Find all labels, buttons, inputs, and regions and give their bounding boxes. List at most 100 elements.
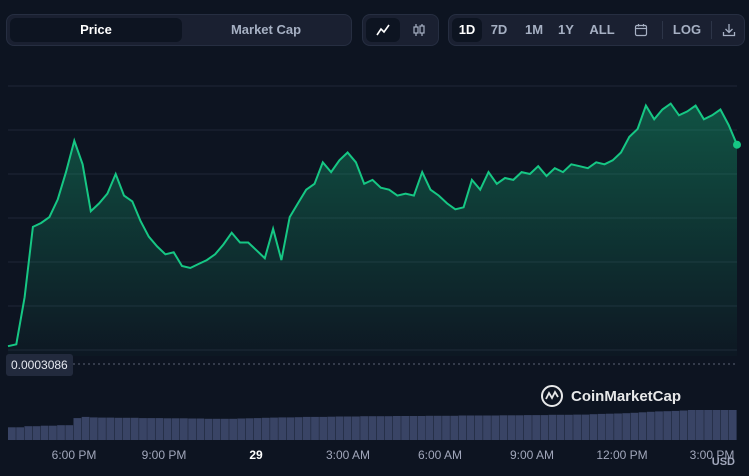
volume-bar [130, 417, 139, 440]
volume-bar [507, 415, 516, 440]
volume-bar [565, 414, 573, 440]
volume-bar [384, 416, 393, 440]
volume-bar [515, 415, 524, 440]
volume-bar [614, 413, 622, 440]
calendar-icon [634, 24, 648, 37]
chart-type-toggle [362, 14, 439, 46]
range-1d[interactable]: 1D [452, 18, 482, 42]
volume-bar [106, 417, 115, 440]
coinmarketcap-logo-icon [541, 385, 563, 407]
x-tick-label: 29 [249, 448, 263, 462]
x-tick-label: 9:00 PM [142, 448, 187, 462]
volume-bar [483, 415, 491, 440]
volume-bar [556, 414, 565, 440]
volume-bar [57, 425, 65, 440]
volume-bar [540, 415, 549, 440]
volume-bar [630, 412, 639, 440]
range-7d[interactable]: 7D [484, 18, 514, 42]
volume-bar [65, 425, 74, 440]
x-tick-label: 6:00 PM [52, 448, 97, 462]
tab-price[interactable]: Price [10, 18, 182, 42]
volume-bar [532, 415, 540, 440]
volume-bar [360, 416, 368, 440]
volume-bar [581, 414, 590, 440]
volume-bar [646, 411, 655, 440]
range-all[interactable]: ALL [583, 18, 621, 42]
range-1y[interactable]: 1Y [552, 18, 580, 42]
volume-bar [237, 418, 246, 440]
price-chart-svg: 6:00 PM 9:00 PM 29 3:00 AM 6:00 AM 9:00 AM 12:… [7, 85, 741, 462]
volume-bar [147, 418, 155, 440]
volume-bar [352, 416, 360, 440]
volume-bar [261, 417, 270, 440]
volume-bar [597, 413, 606, 440]
volume-bar [245, 418, 254, 440]
volume-bar [319, 416, 328, 440]
volume-bar [409, 416, 418, 440]
volume-bar [81, 416, 90, 440]
candlestick-icon [413, 24, 425, 36]
volume-bar [270, 417, 278, 440]
volume-bar [622, 413, 631, 440]
volume-bar [589, 414, 598, 440]
volume-bar [188, 418, 196, 440]
volume-bar [474, 415, 483, 440]
last-price-dot[interactable] [733, 140, 741, 149]
volume-bar [450, 415, 459, 440]
volume-bar [368, 416, 377, 440]
volume-bar [163, 418, 172, 440]
range-1m[interactable]: 1M [518, 18, 550, 42]
currency-label: USD [711, 456, 735, 468]
volume-bar [40, 425, 49, 440]
metric-toggle: Price Market Cap [6, 14, 352, 46]
volume-bar [425, 415, 434, 440]
volume-bar [8, 427, 16, 440]
volume-bar [278, 417, 287, 440]
volume-bar [466, 415, 475, 440]
volume-bar [294, 417, 303, 440]
x-tick-label: 3:00 AM [326, 448, 370, 462]
volume-bar [728, 410, 737, 440]
volume-bar [720, 410, 729, 440]
volume-bar [16, 427, 24, 440]
volume-bar [638, 412, 647, 440]
volume-bar [524, 415, 532, 440]
volume-bar [605, 413, 614, 440]
download-button[interactable] [715, 18, 743, 42]
price-chart[interactable]: 6:00 PM 9:00 PM 29 3:00 AM 6:00 AM 9:00 AM 12:… [0, 66, 749, 476]
volume-bar [548, 414, 557, 440]
volume-bar [499, 415, 508, 440]
volume-bar [376, 416, 385, 440]
volume-bar [712, 410, 721, 440]
volume-bar [696, 410, 704, 440]
volume-bar [327, 416, 336, 440]
volume-bar [663, 411, 672, 440]
x-tick-label: 9:00 AM [510, 448, 554, 462]
chart-toolbar: Price Market Cap 1D 7D 1M 1Y ALL LOG [0, 14, 749, 46]
volume-bar [433, 415, 442, 440]
line-chart-button[interactable] [366, 18, 400, 42]
volume-bar [98, 417, 106, 440]
volume-bar [229, 418, 237, 440]
calendar-button[interactable] [625, 18, 657, 42]
volume-bar [49, 425, 57, 440]
volume-bar [114, 417, 123, 440]
tab-market-cap[interactable]: Market Cap [183, 18, 349, 42]
volume-bar [89, 417, 98, 440]
volume-bar [302, 416, 311, 440]
volume-bar [671, 410, 680, 440]
volume-bar [139, 418, 147, 440]
volume-bar [196, 418, 205, 440]
volume-bar [417, 416, 426, 440]
log-scale-button[interactable]: LOG [667, 18, 707, 42]
volume-bar [221, 418, 229, 440]
range-toggle: 1D 7D 1M 1Y ALL LOG [448, 14, 745, 46]
volume-bar [122, 417, 131, 440]
volume-bar [458, 415, 467, 440]
candlestick-button[interactable] [402, 18, 436, 42]
download-icon [722, 24, 736, 37]
line-chart-icon [376, 24, 390, 36]
coinmarketcap-watermark: CoinMarketCap [540, 380, 681, 412]
volume-bar [155, 418, 164, 440]
divider [662, 21, 663, 39]
